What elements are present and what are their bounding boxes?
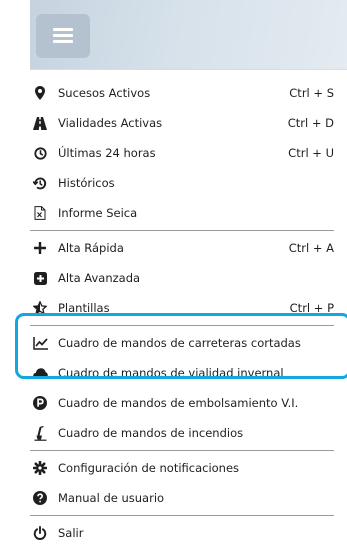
menu-item-label: Informe Seica xyxy=(58,206,138,220)
road-icon xyxy=(32,115,48,131)
shortcut-text: Ctrl + U xyxy=(288,146,334,160)
hamburger-icon xyxy=(53,28,73,44)
clock-icon xyxy=(32,145,48,161)
menu-item-alta-avanzada[interactable]: Alta Avanzada xyxy=(30,263,334,293)
menu-item-plantillas[interactable]: Plantillas Ctrl + P xyxy=(30,293,334,323)
fire-extinguisher-icon xyxy=(32,425,48,441)
menu-item-label: Cuadro de mandos de incendios xyxy=(58,426,244,440)
menu-item-cuadro-embolsamiento[interactable]: Cuadro de mandos de embolsamiento V.I. xyxy=(30,388,334,418)
menu-divider xyxy=(30,450,334,451)
power-icon xyxy=(32,525,48,541)
question-circle-icon xyxy=(32,490,48,506)
menu-item-configuracion-notificaciones[interactable]: Configuración de notificaciones xyxy=(30,453,334,483)
menu-item-label: Últimas 24 horas xyxy=(58,146,156,160)
menu-item-historicos[interactable]: Históricos xyxy=(30,168,334,198)
menu-item-cuadro-incendios[interactable]: Cuadro de mandos de incendios xyxy=(30,418,334,448)
menu-item-ultimas-24-horas[interactable]: Últimas 24 horas Ctrl + U xyxy=(30,138,334,168)
menu-item-cuadro-vialidad-invernal[interactable]: Cuadro de mandos de vialidad invernal xyxy=(30,358,334,388)
dropdown-menu: Sucesos Activos Ctrl + S Vialidades Acti… xyxy=(30,78,334,548)
menu-item-cuadro-carreteras-cortadas[interactable]: Cuadro de mandos de carreteras cortadas xyxy=(30,328,334,358)
menu-item-label: Cuadro de mandos de carreteras cortadas xyxy=(58,336,301,350)
menu-item-alta-rapida[interactable]: Alta Rápida Ctrl + A xyxy=(30,233,334,263)
menu-item-label: Vialidades Activas xyxy=(58,116,163,130)
menu-item-label: Cuadro de mandos de vialidad invernal xyxy=(58,366,284,380)
line-chart-icon xyxy=(32,335,48,351)
menu-item-label: Sucesos Activos xyxy=(58,86,151,100)
plus-square-icon xyxy=(32,270,48,286)
menu-item-vialidades-activas[interactable]: Vialidades Activas Ctrl + D xyxy=(30,108,334,138)
menu-item-label: Configuración de notificaciones xyxy=(58,461,240,475)
menu-divider xyxy=(30,515,334,516)
app-header xyxy=(30,0,347,70)
menu-item-sucesos-activos[interactable]: Sucesos Activos Ctrl + S xyxy=(30,78,334,108)
cloud-icon xyxy=(32,365,48,381)
plus-icon xyxy=(32,240,48,256)
menu-item-label: Históricos xyxy=(58,176,115,190)
hamburger-menu-button[interactable] xyxy=(36,14,90,58)
shortcut-text: Ctrl + A xyxy=(288,241,334,255)
menu-divider xyxy=(30,325,334,326)
menu-divider xyxy=(30,230,334,231)
shortcut-text: Ctrl + D xyxy=(287,116,334,130)
shortcut-text: Ctrl + P xyxy=(289,301,334,315)
menu-item-label: Salir xyxy=(58,526,84,540)
shortcut-text: Ctrl + S xyxy=(289,86,334,100)
star-icon xyxy=(32,300,48,316)
menu-item-informe-seica[interactable]: Informe Seica xyxy=(30,198,334,228)
excel-file-icon xyxy=(32,205,48,221)
menu-item-salir[interactable]: Salir xyxy=(30,518,334,548)
menu-item-label: Plantillas xyxy=(58,301,110,315)
menu-item-label: Manual de usuario xyxy=(58,491,165,505)
menu-item-manual-usuario[interactable]: Manual de usuario xyxy=(30,483,334,513)
menu-item-label: Alta Avanzada xyxy=(58,271,141,285)
menu-item-label: Alta Rápida xyxy=(58,241,124,255)
map-marker-icon xyxy=(32,85,48,101)
parking-icon xyxy=(32,395,48,411)
menu-item-label: Cuadro de mandos de embolsamiento V.I. xyxy=(58,396,299,410)
history-icon xyxy=(32,175,48,191)
gear-icon xyxy=(32,460,48,476)
